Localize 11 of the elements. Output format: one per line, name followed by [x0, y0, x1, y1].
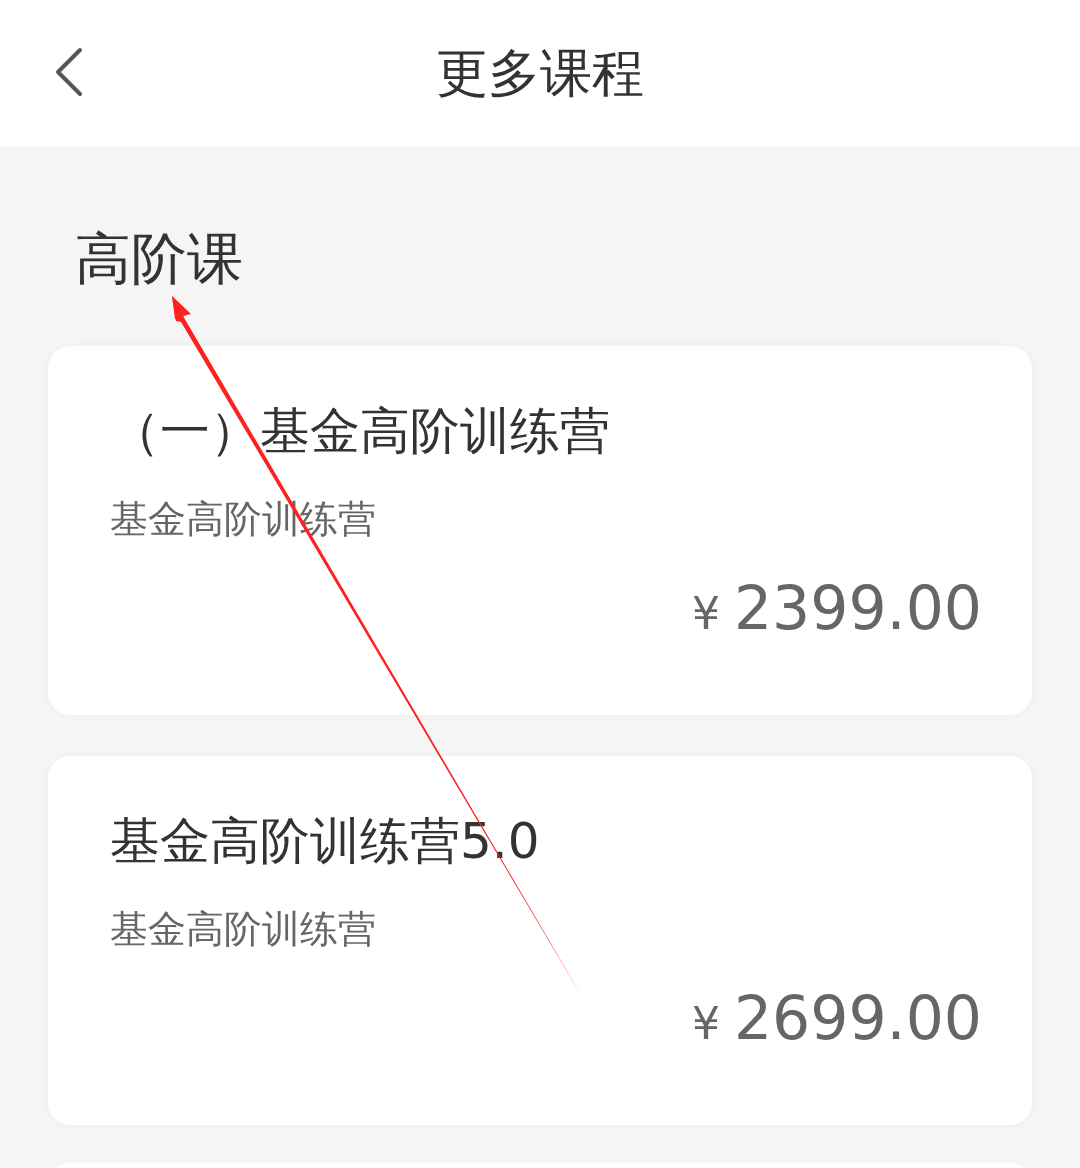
page-title: 更多课程 [436, 46, 644, 99]
course-price: 2399.00 [733, 573, 982, 643]
course-card[interactable]: （一）基金高阶训练营 基金高阶训练营 ¥ 2399.00 [48, 346, 1032, 715]
section-title: 高阶课 [75, 227, 243, 291]
course-price: 2699.00 [733, 983, 982, 1053]
currency-symbol: ¥ [691, 997, 720, 1051]
back-icon [54, 47, 84, 97]
course-subtitle: 基金高阶训练营 [110, 497, 376, 541]
course-title: （一）基金高阶训练营 [110, 402, 610, 460]
currency-symbol: ¥ [691, 587, 720, 641]
course-subtitle: 基金高阶训练营 [110, 907, 376, 951]
